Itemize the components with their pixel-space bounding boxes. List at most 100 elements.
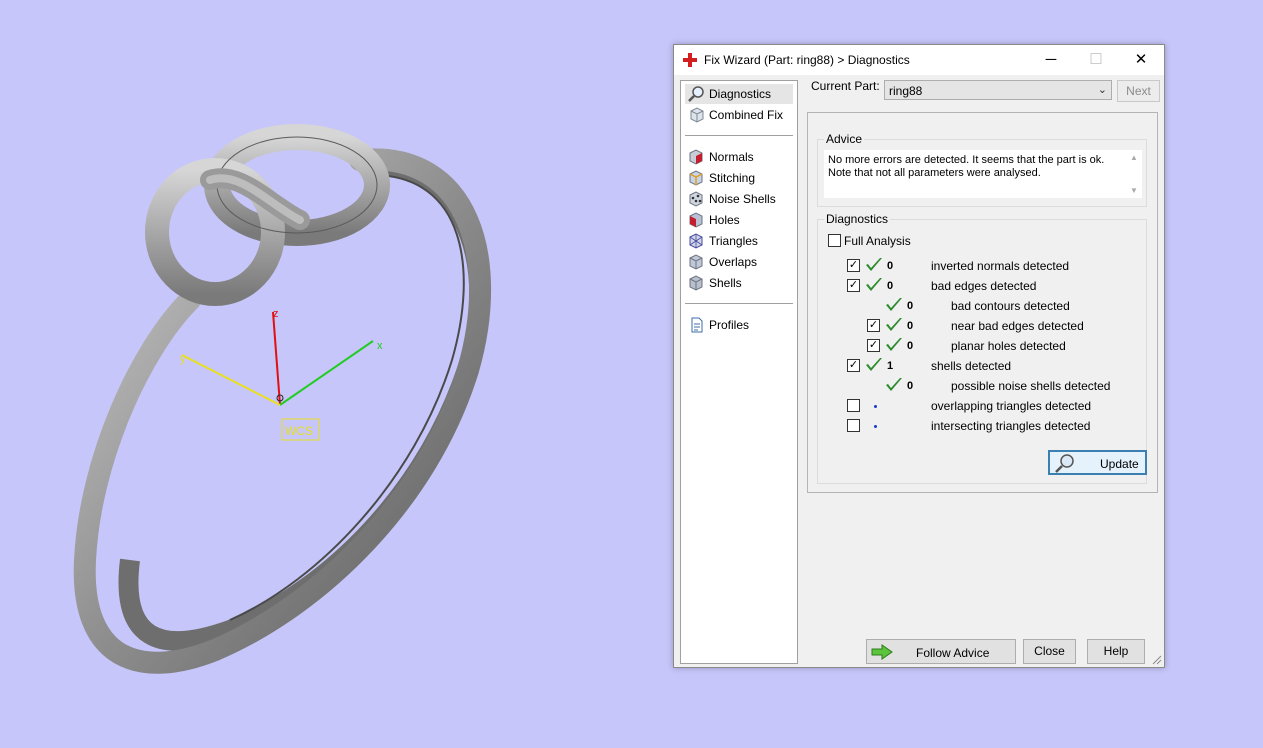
- nav-item-triangles[interactable]: Triangles: [685, 231, 793, 251]
- current-part-label: Current Part:: [811, 79, 880, 93]
- diagnostic-checkbox[interactable]: ✓: [847, 359, 860, 372]
- follow-advice-button[interactable]: Follow Advice: [866, 639, 1016, 664]
- triangles-cube-icon: [689, 233, 703, 249]
- nav-item-label: Triangles: [709, 234, 758, 248]
- fix-wizard-dialog: Fix Wizard (Part: ring88) > Diagnostics …: [673, 44, 1165, 668]
- green-check-icon: [866, 278, 882, 291]
- 3d-viewport[interactable]: z x y WCS: [0, 0, 660, 745]
- nav-item-overlaps[interactable]: Overlaps: [685, 252, 793, 272]
- ring-model: z x y WCS: [73, 124, 492, 674]
- wcs-label: WCS: [285, 424, 313, 438]
- diagnostic-count: 0: [887, 280, 894, 292]
- nav-item-profiles[interactable]: Profiles: [685, 315, 793, 335]
- green-check-icon: [886, 318, 902, 331]
- pending-dot-icon: [874, 425, 877, 428]
- nav-item-label: Normals: [709, 150, 754, 164]
- next-button[interactable]: Next: [1117, 80, 1160, 102]
- magnifier-icon: [688, 86, 704, 102]
- current-part-select[interactable]: ring88 ⌄: [884, 80, 1112, 100]
- title-bar[interactable]: Fix Wizard (Part: ring88) > Diagnostics …: [674, 45, 1164, 75]
- diagnostic-count: 0: [907, 320, 914, 332]
- nav-item-label: Overlaps: [709, 255, 758, 269]
- nav-item-label: Combined Fix: [709, 108, 784, 122]
- diagnostic-count: 0: [907, 300, 914, 312]
- x-axis: [279, 340, 374, 406]
- nav-item-label: Holes: [709, 213, 740, 227]
- document-icon: [691, 317, 703, 333]
- update-button[interactable]: Update: [1048, 450, 1147, 475]
- nav-item-label: Profiles: [709, 318, 750, 332]
- holes-cube-icon: [689, 212, 703, 228]
- diagnostic-label: planar holes detected: [951, 339, 1066, 353]
- full-analysis-checkbox[interactable]: [828, 234, 841, 247]
- cube-icon: [690, 107, 704, 123]
- diagnostic-label: shells detected: [931, 359, 1012, 373]
- nav-divider: [685, 135, 793, 136]
- chevron-down-icon: ⌄: [1097, 84, 1107, 96]
- nav-item-label: Diagnostics: [709, 87, 772, 101]
- green-check-icon: [886, 378, 902, 391]
- advice-scrollbar[interactable]: ▲ ▼: [1126, 150, 1142, 198]
- diagnostic-count: 0: [907, 340, 914, 352]
- advice-title: Advice: [824, 132, 865, 146]
- full-analysis-label: Full Analysis: [844, 234, 911, 248]
- pending-dot-icon: [874, 405, 877, 408]
- nav-item-normals[interactable]: Normals: [685, 147, 793, 167]
- close-button[interactable]: Close: [1023, 639, 1076, 664]
- scroll-down-icon: ▼: [1130, 186, 1138, 195]
- red-cross-icon: [683, 53, 697, 67]
- scroll-up-icon: ▲: [1130, 153, 1138, 162]
- diagnostics-title: Diagnostics: [824, 212, 891, 226]
- noise-shells-icon: [689, 191, 703, 207]
- window-title: Fix Wizard (Part: ring88) > Diagnostics: [704, 53, 910, 67]
- diagnostic-label: bad edges detected: [931, 279, 1037, 293]
- x-axis-label: x: [377, 340, 383, 352]
- nav-item-diagnostics[interactable]: Diagnostics: [685, 84, 793, 104]
- nav-item-label: Stitching: [709, 171, 756, 185]
- stitching-cube-icon: [689, 170, 703, 186]
- normals-cube-icon: [689, 149, 703, 165]
- diagnostic-checkbox[interactable]: [847, 419, 860, 432]
- diagnostics-group: Diagnostics Full Analysis ✓ 0 inverted nor…: [817, 212, 1147, 484]
- nav-item-label: Noise Shells: [709, 192, 776, 206]
- diagnostic-label: possible noise shells detected: [951, 379, 1111, 393]
- diagnostic-checkbox[interactable]: [847, 399, 860, 412]
- diagnostic-checkbox[interactable]: ✓: [867, 319, 880, 332]
- diagnostic-count: 0: [887, 260, 894, 272]
- diagnostic-checkbox[interactable]: ✓: [847, 279, 860, 292]
- nav-item-holes[interactable]: Holes: [685, 210, 793, 230]
- nav-item-combined-fix[interactable]: Combined Fix: [685, 105, 793, 125]
- diagnostics-panel: Advice No more errors are detected. It s…: [807, 112, 1158, 493]
- advice-textbox[interactable]: No more errors are detected. It seems th…: [824, 150, 1142, 198]
- diagnostic-checkbox[interactable]: ✓: [867, 339, 880, 352]
- green-check-icon: [866, 358, 882, 371]
- help-button[interactable]: Help: [1087, 639, 1145, 664]
- diagnostic-count: 0: [907, 380, 914, 392]
- minimize-button[interactable]: ─: [1028, 45, 1074, 75]
- current-part-value: ring88: [889, 84, 923, 98]
- diagnostic-label: overlapping triangles detected: [931, 399, 1092, 413]
- overlaps-cube-icon: [689, 254, 703, 270]
- diagnostic-label: inverted normals detected: [931, 259, 1070, 273]
- resize-grip-icon[interactable]: [1152, 655, 1162, 665]
- advice-text: No more errors are detected. It seems th…: [828, 154, 1105, 179]
- y-axis: [181, 354, 281, 406]
- wizard-nav: Diagnostics Combined Fix Normals Stitchi…: [680, 80, 798, 664]
- maximize-button[interactable]: ☐: [1073, 45, 1119, 75]
- green-arrow-icon: [871, 644, 893, 660]
- green-check-icon: [886, 338, 902, 351]
- follow-advice-label: Follow Advice: [916, 646, 990, 660]
- nav-item-shells[interactable]: Shells: [685, 273, 793, 293]
- advice-group: Advice No more errors are detected. It s…: [817, 132, 1147, 207]
- nav-item-stitching[interactable]: Stitching: [685, 168, 793, 188]
- diagnostic-checkbox[interactable]: ✓: [847, 259, 860, 272]
- diagnostic-label: intersecting triangles detected: [931, 419, 1091, 433]
- nav-item-noise-shells[interactable]: Noise Shells: [685, 189, 793, 209]
- close-window-button[interactable]: ✕: [1118, 45, 1164, 75]
- diagnostic-count: 1: [887, 360, 894, 372]
- diagnostic-label: bad contours detected: [951, 299, 1070, 313]
- shells-cube-icon: [689, 275, 703, 291]
- green-check-icon: [866, 258, 882, 271]
- diagnostic-label: near bad edges detected: [951, 319, 1084, 333]
- nav-item-label: Shells: [709, 276, 742, 290]
